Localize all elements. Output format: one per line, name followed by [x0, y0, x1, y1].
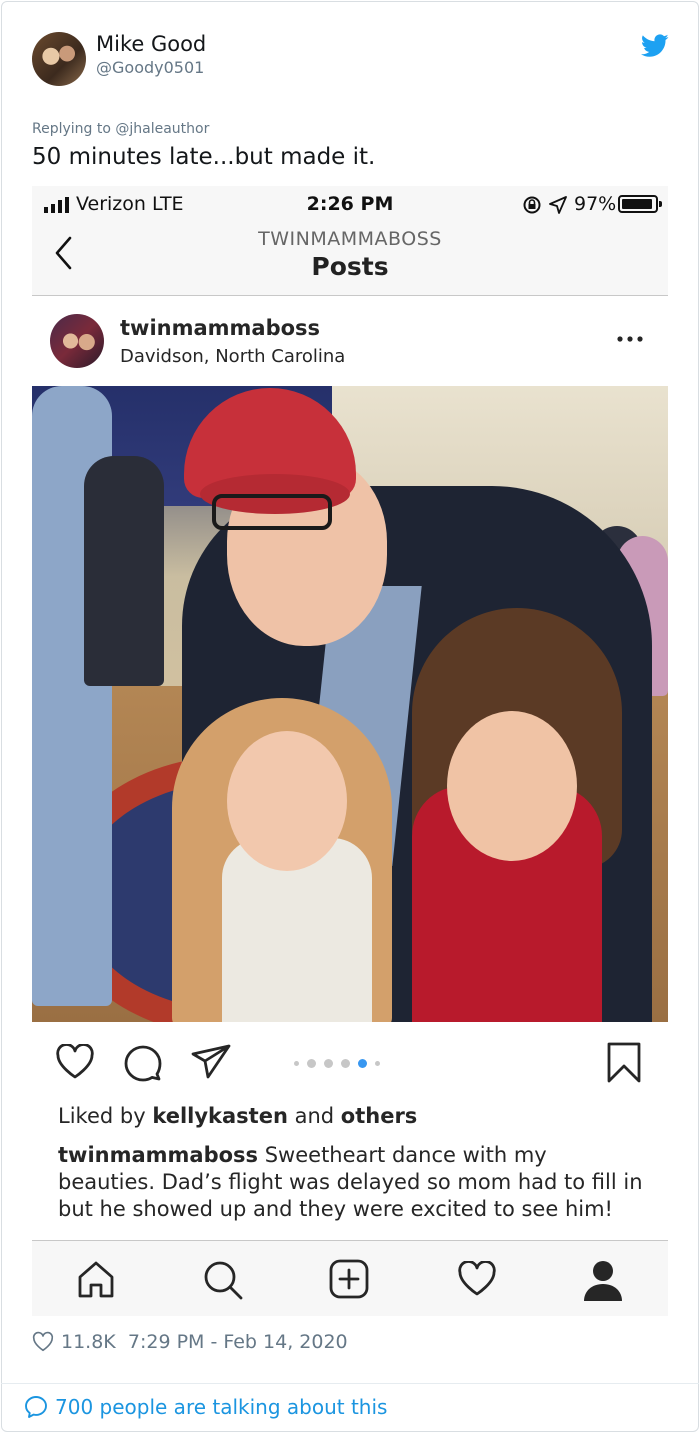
profile-icon[interactable]: [583, 1259, 623, 1301]
like-heart-icon[interactable]: [32, 1331, 54, 1353]
nav-bar: TWINMAMMABOSS Posts: [32, 222, 668, 296]
liked-by-others[interactable]: others: [341, 1104, 418, 1128]
battery-percent: 97%: [574, 193, 617, 215]
replying-to[interactable]: Replying to @jhaleauthor: [32, 121, 209, 137]
tweet-text: 50 minutes late...but made it.: [32, 144, 376, 170]
liked-by-user[interactable]: kellykasten: [152, 1104, 288, 1128]
comment-icon[interactable]: [124, 1044, 162, 1082]
heart-icon[interactable]: [55, 1044, 95, 1080]
share-icon[interactable]: [191, 1044, 231, 1080]
carousel-dot: [358, 1058, 367, 1068]
more-options-icon[interactable]: [616, 334, 644, 344]
tweet-timestamp[interactable]: 7:29 PM - Feb 14, 2020: [128, 1331, 348, 1353]
liked-by: Liked by kellykasten and others: [58, 1104, 417, 1128]
instagram-screenshot: Verizon LTE 2:26 PM 97% TWINMAMMABOSS Po…: [32, 186, 668, 1316]
post-photo[interactable]: [32, 386, 668, 1022]
post-author-avatar[interactable]: [50, 314, 104, 368]
nav-title: Posts: [311, 252, 389, 281]
tweet-stats: 11.8K 7:29 PM - Feb 14, 2020: [61, 1331, 348, 1353]
caption-username[interactable]: twinmammaboss: [58, 1143, 258, 1167]
carousel-dot: [294, 1060, 299, 1066]
clock: 2:26 PM: [306, 193, 394, 215]
post-actions: [32, 1022, 668, 1092]
post-username[interactable]: twinmammaboss: [120, 316, 320, 340]
post-location[interactable]: Davidson, North Carolina: [120, 346, 345, 367]
divider: [1, 1383, 699, 1384]
author-avatar[interactable]: [32, 32, 86, 86]
location-arrow-icon: [549, 196, 567, 214]
bookmark-icon[interactable]: [606, 1042, 642, 1084]
liked-by-and: and: [287, 1104, 341, 1128]
tab-bar: [32, 1240, 668, 1316]
post-caption: twinmammaboss Sweetheart dance with my b…: [58, 1142, 648, 1238]
home-icon[interactable]: [76, 1259, 116, 1299]
author-handle[interactable]: @Goody0501: [96, 58, 204, 77]
liked-by-prefix: Liked by: [58, 1104, 153, 1128]
carousel-dot: [307, 1058, 316, 1068]
talking-about-link[interactable]: 700 people are talking about this: [55, 1395, 387, 1419]
search-icon[interactable]: [202, 1259, 244, 1301]
carousel-dot: [324, 1058, 333, 1068]
author-name[interactable]: Mike Good: [96, 32, 206, 56]
carousel-dot: [375, 1060, 380, 1066]
battery-icon: [618, 195, 662, 213]
speech-bubble-icon[interactable]: [24, 1395, 48, 1419]
status-bar: Verizon LTE 2:26 PM 97%: [32, 186, 668, 222]
like-count[interactable]: 11.8K: [61, 1331, 116, 1353]
add-post-icon[interactable]: [329, 1259, 369, 1299]
nav-subtitle: TWINMAMMABOSS: [258, 228, 442, 250]
carousel-dot: [341, 1058, 350, 1068]
twitter-bird-icon[interactable]: [641, 34, 669, 58]
rotation-lock-icon: [523, 196, 541, 214]
activity-heart-icon[interactable]: [456, 1261, 498, 1297]
